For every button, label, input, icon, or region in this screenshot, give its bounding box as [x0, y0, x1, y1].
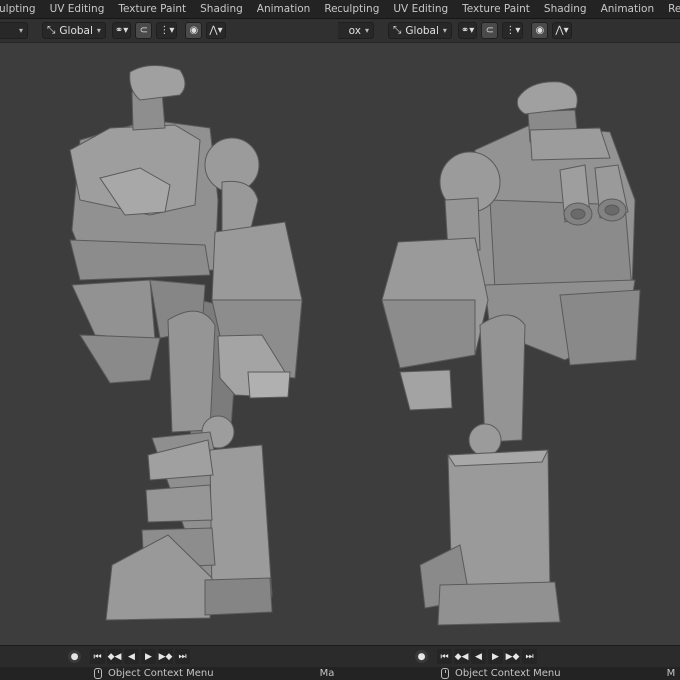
tab-animation[interactable]: Animation [594, 0, 662, 19]
tab-shading[interactable]: Shading [537, 0, 594, 19]
tab-rendering[interactable]: Renderin [317, 0, 338, 19]
pivot-button[interactable]: ⚭▾ [457, 22, 478, 39]
transform-orientation-icon: ⤡ [393, 24, 402, 36]
mode-dropdown[interactable]: ox ▾ [338, 22, 374, 39]
prev-keyframe-button[interactable]: ◆◀ [107, 649, 122, 664]
status-bar: Object Context Menu M [338, 667, 680, 680]
robot-model-front [69, 65, 303, 621]
record-icon: ● [417, 651, 426, 662]
playback-controls: ● ⏮ ◆◀ ◀ ▶ ▶◆ ⏭ [338, 645, 680, 667]
record-button[interactable]: ● [415, 650, 428, 663]
mode-label: ox [348, 24, 361, 37]
orientation-dropdown[interactable]: ⤡ Global ▾ [42, 22, 106, 39]
snap-increment-button[interactable]: ⋮▾ [156, 22, 178, 39]
status-trailing: M [666, 668, 676, 679]
playback-controls: ● ⏮ ◆◀ ◀ ▶ ▶◆ ⏭ [0, 645, 338, 667]
jump-end-icon: ⏭ [525, 651, 534, 662]
falloff-icon: ⋀▾ [555, 25, 569, 36]
prev-keyframe-button[interactable]: ◆◀ [454, 649, 469, 664]
orientation-dropdown[interactable]: ⤡ Global ▾ [388, 22, 452, 39]
tab-rendering[interactable]: Renderin [661, 0, 680, 19]
play-icon: ▶ [492, 651, 499, 662]
play-icon: ▶ [145, 651, 152, 662]
play-reverse-icon: ◀ [128, 651, 135, 662]
tab-shading[interactable]: Shading [193, 0, 250, 19]
next-keyframe-icon: ▶◆ [158, 651, 173, 662]
tab-uv-editing[interactable]: UV Editing [43, 0, 112, 19]
transform-orientation-icon: ⤡ [47, 24, 56, 36]
jump-end-icon: ⏭ [178, 651, 187, 662]
jump-start-icon: ⏮ [440, 651, 449, 662]
jump-start-button[interactable]: ⏮ [437, 649, 452, 664]
pivot-icon: ⚭▾ [460, 25, 475, 36]
tab-uv-editing[interactable]: UV Editing [386, 0, 455, 19]
jump-start-button[interactable]: ⏮ [90, 649, 105, 664]
falloff-icon: ⋀▾ [209, 25, 223, 36]
snap-icon: ⊂ [485, 25, 495, 36]
tab-texture-paint[interactable]: Texture Paint [455, 0, 537, 19]
chevron-down-icon: ▾ [442, 26, 447, 35]
3d-viewport[interactable] [338, 43, 680, 643]
tab-animation[interactable]: Animation [250, 0, 318, 19]
left-editor: ulpting UV Editing Texture Paint Shading… [0, 0, 338, 680]
orientation-label: Global [405, 24, 439, 37]
record-button[interactable]: ● [68, 650, 81, 663]
proportional-edit-toggle[interactable]: ◉ [185, 22, 203, 39]
status-bar: Object Context Menu Ma [0, 667, 338, 680]
record-icon: ● [70, 651, 79, 662]
orientation-label: Global [59, 24, 93, 37]
snap-increment-button[interactable]: ⋮▾ [502, 22, 524, 39]
pivot-icon: ⚭▾ [114, 25, 129, 36]
proportional-edit-icon: ◉ [189, 25, 199, 36]
play-button[interactable]: ▶ [488, 649, 503, 664]
mouse-icon [441, 668, 449, 679]
pivot-button[interactable]: ⚭▾ [111, 22, 132, 39]
play-reverse-icon: ◀ [475, 651, 482, 662]
snap-icon: ⊂ [139, 25, 149, 36]
chevron-down-icon: ▾ [96, 26, 101, 35]
snap-increment-icon: ⋮▾ [159, 25, 175, 36]
mouse-icon [94, 668, 102, 679]
3d-viewport[interactable] [0, 43, 338, 643]
next-keyframe-icon: ▶◆ [505, 651, 520, 662]
jump-end-button[interactable]: ⏭ [522, 649, 537, 664]
jump-start-icon: ⏮ [93, 651, 102, 662]
snap-toggle[interactable]: ⊂ [481, 22, 499, 39]
play-button[interactable]: ▶ [141, 649, 156, 664]
mode-dropdown[interactable]: ▾ [0, 22, 28, 39]
workspace-tabs: ulpting UV Editing Texture Paint Shading… [0, 0, 338, 19]
play-reverse-button[interactable]: ◀ [124, 649, 139, 664]
chevron-down-icon: ▾ [364, 26, 369, 35]
tab-sculpting[interactable]: ulpting [0, 0, 43, 19]
chevron-down-icon: ▾ [18, 26, 23, 35]
viewport-header: ox ▾ ⤡ Global ▾ ⚭▾ ⊂ ⋮▾ ◉ ⋀▾ [338, 19, 680, 43]
jump-end-button[interactable]: ⏭ [175, 649, 190, 664]
next-keyframe-button[interactable]: ▶◆ [505, 649, 520, 664]
prev-keyframe-icon: ◆◀ [107, 651, 122, 662]
play-reverse-button[interactable]: ◀ [471, 649, 486, 664]
prev-keyframe-icon: ◆◀ [454, 651, 469, 662]
tab-sculpting[interactable]: culpting [338, 0, 386, 19]
proportional-edit-toggle[interactable]: ◉ [531, 22, 549, 39]
snap-toggle[interactable]: ⊂ [135, 22, 153, 39]
status-trailing: Ma [319, 668, 335, 679]
right-editor: culpting UV Editing Texture Paint Shadin… [338, 0, 680, 680]
tab-texture-paint[interactable]: Texture Paint [111, 0, 193, 19]
status-context-menu: Object Context Menu [455, 668, 561, 679]
robot-model-back [381, 81, 641, 626]
workspace-tabs: culpting UV Editing Texture Paint Shadin… [338, 0, 680, 19]
proportional-edit-icon: ◉ [535, 25, 545, 36]
falloff-button[interactable]: ⋀▾ [206, 22, 226, 39]
next-keyframe-button[interactable]: ▶◆ [158, 649, 173, 664]
falloff-button[interactable]: ⋀▾ [552, 22, 572, 39]
snap-increment-icon: ⋮▾ [505, 25, 521, 36]
status-context-menu: Object Context Menu [108, 668, 214, 679]
viewport-header: ▾ ⤡ Global ▾ ⚭▾ ⊂ ⋮▾ ◉ ⋀▾ [0, 19, 338, 43]
